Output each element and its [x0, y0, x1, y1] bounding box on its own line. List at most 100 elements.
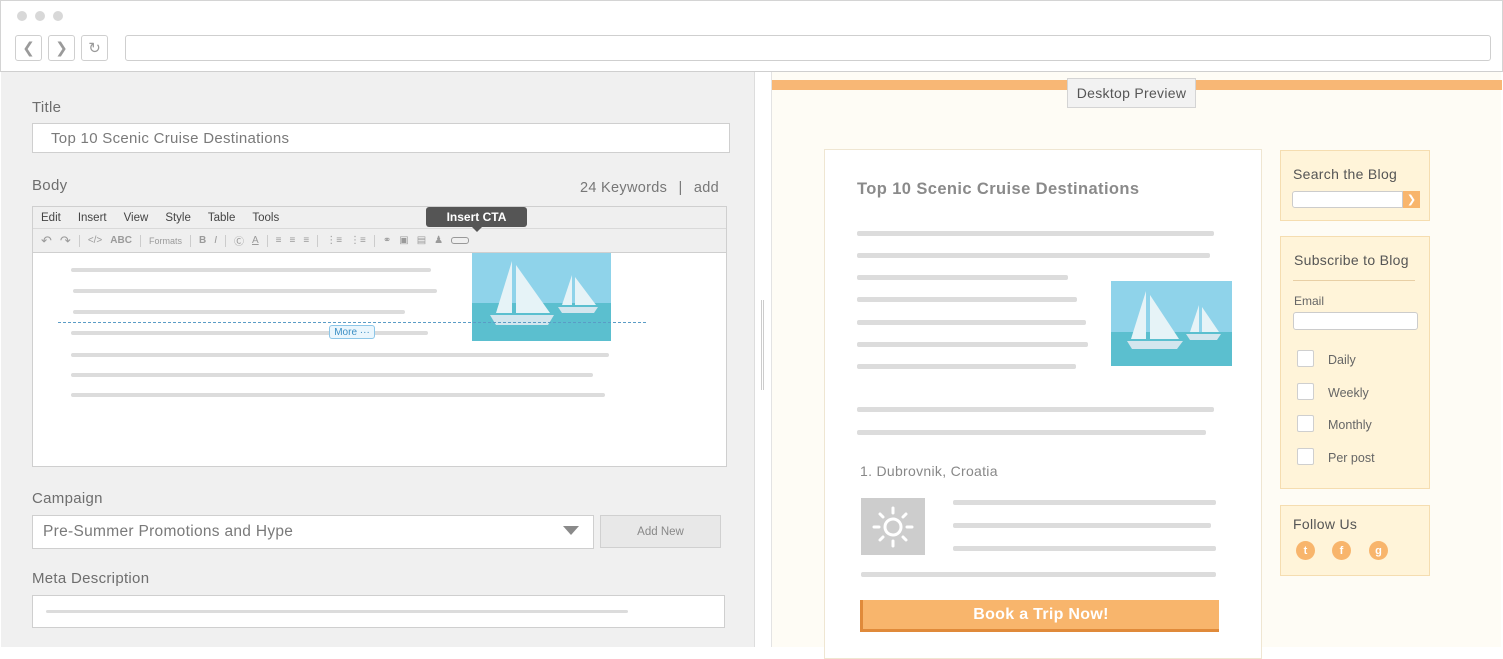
- book-trip-cta-button[interactable]: Book a Trip Now!: [860, 600, 1219, 632]
- body-label: Body: [32, 177, 68, 194]
- text-line: [73, 289, 437, 293]
- back-button[interactable]: ❮: [15, 35, 42, 61]
- search-input[interactable]: [1292, 191, 1403, 208]
- text-line: [857, 320, 1086, 325]
- editor-toolbar: ↶ ↷ </> ABC Formats B I Ⓒ A ≡ ≡ ≡ ⋮≡ ⋮≡ …: [33, 229, 726, 253]
- insert-cta-tooltip: Insert CTA: [426, 207, 527, 232]
- daily-label: Daily: [1328, 353, 1356, 367]
- text-line: [953, 546, 1216, 551]
- subscribe-widget-title: Subscribe to Blog: [1294, 252, 1409, 268]
- formats-dropdown[interactable]: Formats: [149, 236, 182, 246]
- window-dot[interactable]: [17, 11, 27, 21]
- text-line: [71, 268, 431, 272]
- forward-button[interactable]: ❯: [48, 35, 75, 61]
- text-line: [953, 523, 1211, 528]
- address-bar[interactable]: [125, 35, 1491, 61]
- text-line: [857, 364, 1076, 369]
- keywords-separator: |: [678, 180, 683, 196]
- per-post-checkbox[interactable]: [1297, 448, 1314, 465]
- text-line: [857, 253, 1210, 258]
- search-widget: Search the Blog ❯: [1280, 150, 1430, 221]
- keywords-count[interactable]: 24 Keywords: [580, 180, 667, 196]
- divider: [1293, 280, 1415, 281]
- document-icon[interactable]: ▤: [417, 235, 426, 246]
- underline-color-icon[interactable]: A: [252, 235, 259, 246]
- spellcheck-button[interactable]: ABC: [110, 235, 132, 246]
- googleplus-icon[interactable]: g: [1369, 541, 1388, 560]
- add-new-button[interactable]: Add New: [600, 515, 721, 548]
- forward-icon: ❯: [55, 40, 68, 57]
- menu-table[interactable]: Table: [208, 212, 236, 224]
- menu-insert[interactable]: Insert: [78, 212, 107, 224]
- text-line: [46, 610, 628, 613]
- text-line: [953, 500, 1216, 505]
- keywords-bar: 24 Keywords | add: [580, 180, 719, 196]
- menu-view[interactable]: View: [124, 212, 149, 224]
- align-center-icon[interactable]: ≡: [290, 235, 296, 246]
- subscribe-widget: Subscribe to Blog Email Daily Weekly Mon…: [1280, 236, 1430, 489]
- text-line: [857, 275, 1068, 280]
- preview-article: Top 10 Scenic Cruise Destinations 1. Dub…: [824, 149, 1262, 659]
- window-dot[interactable]: [35, 11, 45, 21]
- align-right-icon[interactable]: ≡: [303, 235, 309, 246]
- pane-splitter[interactable]: [761, 300, 764, 390]
- facebook-icon[interactable]: f: [1332, 541, 1351, 560]
- reload-icon: ↻: [88, 40, 101, 57]
- text-line: [857, 231, 1214, 236]
- number-list-icon[interactable]: ⋮≡: [350, 235, 366, 246]
- monthly-checkbox[interactable]: [1297, 415, 1314, 432]
- title-label: Title: [32, 99, 62, 116]
- text-line: [857, 407, 1214, 412]
- link-icon[interactable]: ⚭: [383, 235, 391, 246]
- menu-style[interactable]: Style: [165, 212, 191, 224]
- text-line: [861, 572, 1216, 577]
- editor-pane: Title Top 10 Scenic Cruise Destinations …: [1, 72, 755, 647]
- person-icon[interactable]: ♟: [434, 235, 443, 246]
- italic-button[interactable]: I: [214, 235, 217, 246]
- daily-checkbox[interactable]: [1297, 350, 1314, 367]
- browser-chrome: ❮ ❯ ↻: [0, 0, 1503, 72]
- back-icon: ❮: [22, 40, 35, 57]
- weekly-checkbox[interactable]: [1297, 383, 1314, 400]
- meta-description-input[interactable]: [32, 595, 725, 628]
- search-widget-title: Search the Blog: [1293, 166, 1398, 182]
- bullet-list-icon[interactable]: ⋮≡: [326, 235, 342, 246]
- desktop-preview-tab[interactable]: Desktop Preview: [1067, 78, 1196, 108]
- text-color-icon[interactable]: Ⓒ: [234, 233, 244, 248]
- twitter-icon[interactable]: t: [1296, 541, 1315, 560]
- title-input[interactable]: Top 10 Scenic Cruise Destinations: [32, 123, 730, 153]
- text-line: [73, 310, 405, 314]
- email-field[interactable]: [1293, 312, 1418, 330]
- per-post-label: Per post: [1328, 451, 1375, 465]
- align-left-icon[interactable]: ≡: [276, 235, 282, 246]
- dropdown-arrow-icon: [563, 526, 579, 535]
- redo-icon[interactable]: ↷: [60, 233, 71, 249]
- text-line: [71, 393, 605, 397]
- sun-icon: [861, 498, 925, 555]
- image-icon[interactable]: ▣: [399, 235, 408, 246]
- read-more-divider: [58, 322, 646, 323]
- window-dot[interactable]: [53, 11, 63, 21]
- campaign-value: Pre-Summer Promotions and Hype: [43, 523, 294, 540]
- text-line: [71, 373, 593, 377]
- menu-tools[interactable]: Tools: [252, 212, 279, 224]
- weekly-label: Weekly: [1328, 386, 1369, 400]
- follow-widget-title: Follow Us: [1293, 516, 1358, 532]
- text-line: [857, 342, 1088, 347]
- article-title: Top 10 Scenic Cruise Destinations: [857, 180, 1140, 198]
- code-icon[interactable]: </>: [88, 235, 102, 246]
- more-marker[interactable]: More ···: [329, 325, 375, 339]
- menu-edit[interactable]: Edit: [41, 212, 61, 224]
- campaign-select[interactable]: Pre-Summer Promotions and Hype: [32, 515, 594, 549]
- search-go-icon[interactable]: ❯: [1403, 191, 1420, 208]
- campaign-label: Campaign: [32, 490, 103, 507]
- bold-button[interactable]: B: [199, 235, 206, 246]
- text-line: [857, 430, 1206, 435]
- keywords-add-link[interactable]: add: [694, 180, 719, 196]
- reload-button[interactable]: ↻: [81, 35, 108, 61]
- monthly-label: Monthly: [1328, 418, 1372, 432]
- undo-icon[interactable]: ↶: [41, 233, 52, 249]
- sailboat-image[interactable]: [472, 253, 611, 341]
- rich-text-editor[interactable]: Edit Insert View Style Table Tools ↶ ↷ <…: [32, 206, 727, 467]
- editor-menubar: Edit Insert View Style Table Tools: [33, 207, 726, 229]
